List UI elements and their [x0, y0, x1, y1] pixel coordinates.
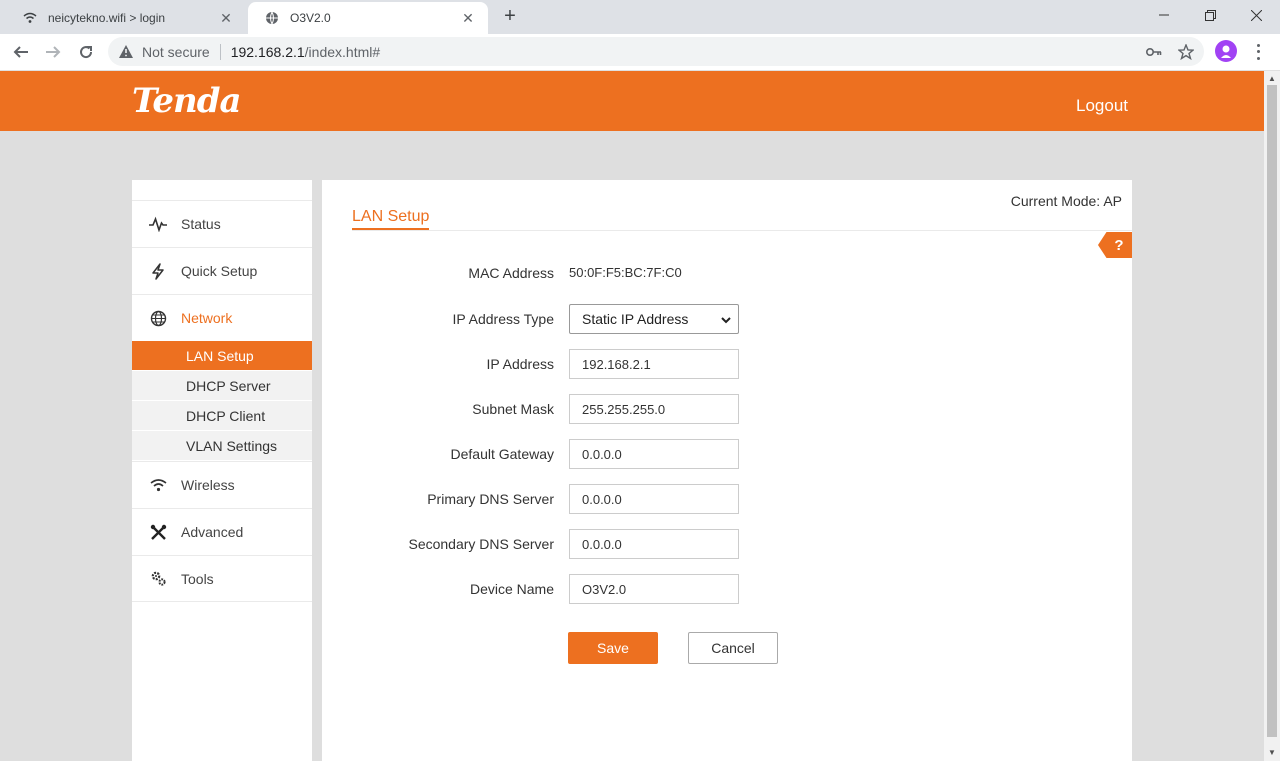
tab-title: O3V2.0 [290, 11, 331, 25]
logout-link[interactable]: Logout [1076, 96, 1128, 116]
divider [219, 43, 221, 60]
page-scrollbar[interactable]: ▲ ▼ [1264, 71, 1280, 761]
tab-o3v2[interactable]: O3V2.0 ✕ [248, 2, 488, 34]
close-window-icon[interactable] [1233, 0, 1279, 30]
title-divider [352, 230, 1132, 231]
forward-icon[interactable] [41, 40, 65, 64]
close-icon[interactable]: ✕ [460, 10, 476, 26]
ip-type-select[interactable]: Static IP Address [569, 304, 739, 334]
secondary-dns-label: Secondary DNS Server [408, 536, 554, 552]
sidebar: Status Quick Setup Network LAN Setup DHC… [132, 180, 312, 761]
sidebar-item-tools[interactable]: Tools [132, 555, 312, 602]
page-title: LAN Setup [352, 208, 430, 230]
default-gateway-row: Default Gateway [322, 439, 1132, 469]
scrollbar-thumb[interactable] [1267, 85, 1277, 737]
sidebar-item-quick-setup[interactable]: Quick Setup [132, 247, 312, 294]
ip-type-row: IP Address Type Static IP Address [322, 304, 1132, 334]
save-button[interactable]: Save [568, 632, 658, 664]
default-gateway-label: Default Gateway [450, 446, 555, 462]
sidebar-subitem-vlan-settings[interactable]: VLAN Settings [132, 431, 312, 461]
help-button[interactable]: ? [1098, 232, 1132, 258]
cancel-button[interactable]: Cancel [688, 632, 778, 664]
mac-address-value: 50:0F:F5:BC:7F:C0 [569, 265, 682, 280]
sidebar-item-status[interactable]: Status [132, 200, 312, 247]
tab-login[interactable]: neicytekno.wifi > login ✕ [6, 2, 246, 34]
app-header: Tenda Logout [0, 71, 1264, 131]
gears-icon [149, 570, 167, 588]
sidebar-item-label: Wireless [181, 477, 235, 493]
device-name-input[interactable] [569, 574, 739, 604]
tools-icon [149, 523, 167, 541]
scroll-up-icon[interactable]: ▲ [1268, 74, 1276, 83]
pulse-icon [149, 215, 167, 233]
ip-address-label: IP Address [486, 356, 554, 372]
mac-address-row: MAC Address 50:0F:F5:BC:7F:C0 [322, 258, 1132, 288]
minimize-icon[interactable] [1141, 0, 1187, 30]
sidebar-subitem-dhcp-server[interactable]: DHCP Server [132, 371, 312, 401]
more-menu-icon[interactable] [1250, 42, 1266, 62]
subnet-mask-row: Subnet Mask [322, 394, 1132, 424]
key-icon[interactable] [1144, 42, 1164, 62]
sidebar-item-network[interactable]: Network [132, 294, 312, 341]
bolt-icon [149, 262, 167, 280]
subnet-mask-input[interactable] [569, 394, 739, 424]
primary-dns-label: Primary DNS Server [427, 491, 554, 507]
star-icon[interactable] [1176, 42, 1196, 62]
browser-tab-bar: neicytekno.wifi > login ✕ O3V2.0 ✕ + [0, 0, 1280, 34]
new-tab-button[interactable]: + [500, 6, 520, 26]
wifi-icon [149, 476, 167, 494]
subnet-mask-label: Subnet Mask [472, 401, 554, 417]
secondary-dns-row: Secondary DNS Server [322, 529, 1132, 559]
lan-setup-panel: Current Mode: AP LAN Setup ? MAC Address… [322, 180, 1132, 761]
ip-type-selected: Static IP Address [582, 311, 689, 327]
sidebar-subitem-lan-setup[interactable]: LAN Setup [132, 341, 312, 371]
current-mode: Current Mode: AP [1010, 193, 1122, 209]
default-gateway-input[interactable] [569, 439, 739, 469]
mac-address-label: MAC Address [468, 265, 554, 281]
close-icon[interactable]: ✕ [218, 10, 234, 26]
not-secure-label: Not secure [142, 43, 210, 60]
ip-address-row: IP Address [322, 349, 1132, 379]
primary-dns-input[interactable] [569, 484, 739, 514]
restore-icon[interactable] [1187, 0, 1233, 30]
sidebar-item-label: Advanced [181, 524, 244, 540]
url-host: 192.168.2.1 [230, 43, 305, 60]
primary-dns-row: Primary DNS Server [322, 484, 1132, 514]
sidebar-item-label: Quick Setup [181, 263, 258, 279]
url-path: /index.html# [304, 43, 381, 60]
warning-icon[interactable] [118, 44, 134, 60]
sidebar-item-advanced[interactable]: Advanced [132, 508, 312, 555]
browser-toolbar: Not secure 192.168.2.1 /index.html# [0, 34, 1280, 71]
device-name-label: Device Name [469, 581, 554, 597]
address-bar[interactable]: Not secure 192.168.2.1 /index.html# [108, 37, 1204, 66]
back-icon[interactable] [9, 40, 33, 64]
sidebar-item-wireless[interactable]: Wireless [132, 461, 312, 508]
reload-icon[interactable] [74, 40, 98, 64]
tenda-logo: Tenda [132, 81, 242, 121]
sidebar-item-label: Network [181, 310, 233, 326]
device-name-row: Device Name [322, 574, 1132, 604]
tab-title: neicytekno.wifi > login [48, 11, 166, 25]
ip-address-input[interactable] [569, 349, 739, 379]
wifi-icon [22, 10, 38, 26]
globe-icon [149, 309, 167, 327]
secondary-dns-input[interactable] [569, 529, 739, 559]
sidebar-subitem-dhcp-client[interactable]: DHCP Client [132, 401, 312, 431]
page-viewport: Tenda Logout Status Quick Setup Network … [0, 71, 1264, 761]
chevron-down-icon [720, 313, 732, 325]
globe-icon [264, 10, 280, 26]
profile-avatar[interactable] [1215, 40, 1237, 62]
scroll-down-icon[interactable]: ▼ [1268, 748, 1276, 757]
ip-type-label: IP Address Type [452, 311, 554, 327]
sidebar-item-label: Tools [181, 570, 214, 587]
sidebar-item-label: Status [181, 216, 221, 232]
